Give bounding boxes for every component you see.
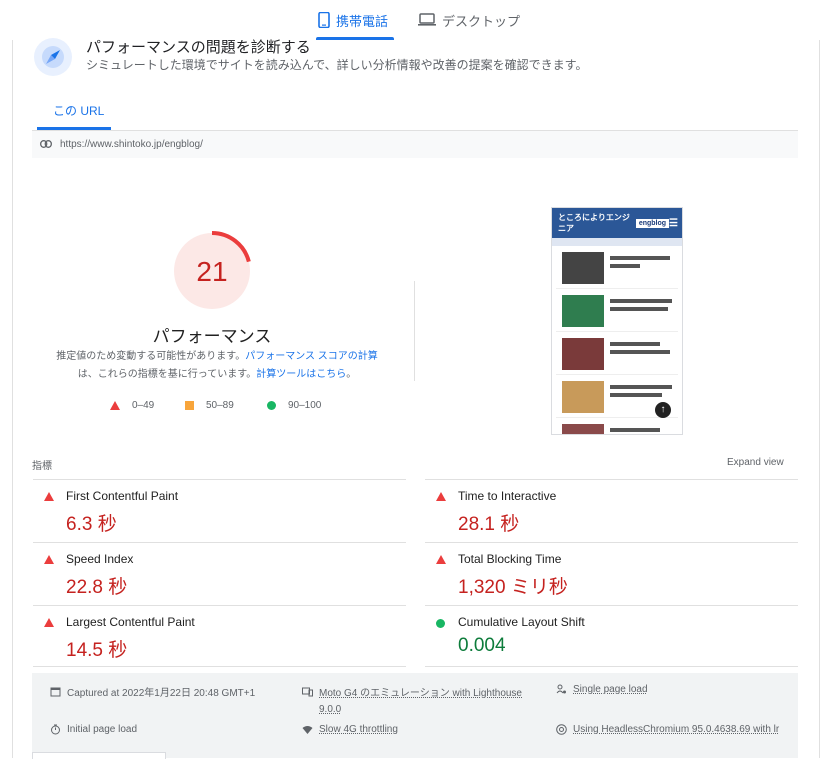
active-tab-indicator (316, 37, 394, 40)
browser-info[interactable]: Using HeadlessChromium 95.0.4638.69 with… (556, 724, 779, 735)
metric-name: Total Blocking Time (458, 552, 562, 566)
link-icon (40, 140, 52, 148)
fail-triangle-icon (436, 555, 446, 564)
metric-name: First Contentful Paint (66, 489, 179, 503)
laptop-icon (418, 13, 436, 26)
menu-icon: ☰ (669, 217, 678, 229)
tab-mobile-label: 携帯電話 (336, 13, 389, 29)
metric-name: Time to Interactive (458, 489, 557, 503)
chrome-icon (556, 724, 567, 735)
legend-average-range: 50–89 (206, 400, 234, 411)
legend-fail-range: 0–49 (132, 400, 155, 411)
fail-triangle-icon (436, 492, 446, 501)
left-border (12, 40, 13, 758)
smartphone-icon (318, 12, 330, 28)
desc-text-3: 。 (346, 369, 357, 380)
throttling-text: Slow 4G throttling (319, 724, 398, 735)
tab-mobile[interactable]: 携帯電話 (318, 0, 388, 40)
legend-pass-range: 90–100 (288, 400, 322, 411)
thumbnail-post (556, 420, 678, 434)
metric-name: Largest Contentful Paint (66, 615, 195, 629)
fail-triangle-icon (44, 492, 54, 501)
metric-cls: Cumulative Layout Shift 0.004 (425, 605, 798, 668)
tab-desktop[interactable]: デスクトップ (418, 0, 520, 40)
version-text: 9.0.0 (319, 704, 342, 715)
session-text: Single page load (573, 684, 648, 695)
lighthouse-version: 9.0.0 (319, 704, 341, 715)
thumbnail-post (556, 291, 678, 332)
single-page-session[interactable]: Single page load (556, 684, 648, 695)
calculator-link[interactable]: 計算ツールはこちら (256, 369, 346, 380)
pass-circle-icon (436, 619, 445, 628)
vertical-divider (414, 281, 415, 381)
network-throttling[interactable]: Slow 4G throttling (302, 724, 398, 735)
metric-tbt: Total Blocking Time 1,320 ミリ秒 (425, 542, 798, 605)
tab-this-url[interactable]: この URL (53, 102, 104, 119)
emulated-device[interactable]: Moto G4 のエミュレーション with Lighthouse (302, 684, 522, 699)
metric-name: Speed Index (66, 552, 134, 566)
fail-triangle-icon (44, 618, 54, 627)
devices-icon (302, 687, 313, 697)
initial-page-load: Initial page load (50, 724, 137, 735)
performance-score: 21 (196, 256, 228, 287)
performance-description: 推定値のため変動する可能性があります。パフォーマンス スコアの計算 は、これらの… (44, 348, 390, 384)
legend-pass: 90–100 (267, 400, 321, 411)
metric-fcp: First Contentful Paint 6.3 秒 (33, 479, 406, 542)
metric-tti: Time to Interactive 28.1 秒 (425, 479, 798, 542)
metric-value: 14.5 秒 (66, 640, 128, 661)
captured-at: Captured at 2022年1月22日 20:48 GMT+1 (50, 684, 255, 699)
score-calc-link[interactable]: パフォーマンス スコアの計算 (245, 351, 378, 362)
thumbnail-site-logo: engblog (635, 218, 670, 228)
square-icon (185, 401, 194, 410)
desc-text-1: 推定値のため変動する可能性があります。 (56, 351, 246, 362)
page-screenshot: ところによりエンジニア engblog ☰ ↑ (551, 207, 683, 435)
compass-icon (34, 38, 72, 76)
scroll-top-icon: ↑ (655, 402, 671, 418)
performance-label: パフォーマンス (152, 327, 272, 346)
wifi-icon (302, 726, 313, 734)
fail-triangle-icon (44, 555, 54, 564)
thumbnail-post (556, 248, 678, 289)
metric-value: 28.1 秒 (458, 514, 520, 535)
triangle-icon (110, 401, 120, 410)
metric-value: 1,320 ミリ秒 (458, 577, 568, 598)
diagnose-subtitle: シミュレートした環境でサイトを読み込んで、詳しい分析情報や改善の提案を確認できま… (86, 58, 588, 72)
legend-average: 50–89 (185, 400, 234, 411)
thumbnail-site-title: ところによりエンジニア (558, 213, 630, 233)
calendar-icon (50, 687, 61, 697)
metric-name: Cumulative Layout Shift (458, 615, 585, 629)
desc-text-2: は、これらの指標を基に行っています。 (77, 369, 257, 380)
tab-desktop-label: デスクトップ (442, 13, 521, 29)
metric-lcp: Largest Contentful Paint 14.5 秒 (33, 605, 406, 668)
expand-view-toggle[interactable]: Expand view (727, 457, 784, 468)
diagnose-title: パフォーマンスの問題を診断する (86, 39, 311, 56)
metrics-section-label: 指標 (32, 461, 52, 472)
legend-fail: 0–49 (110, 400, 154, 411)
thumbnail-header: ところによりエンジニア engblog ☰ (552, 208, 682, 238)
metric-value: 22.8 秒 (66, 577, 128, 598)
metric-value: 6.3 秒 (66, 514, 117, 535)
browser-text: Using HeadlessChromium 95.0.4638.69 with… (573, 724, 780, 735)
thumbnail-post (556, 334, 678, 375)
metric-value: 0.004 (458, 635, 506, 656)
analyzed-url: https://www.shintoko.jp/engblog/ (60, 139, 203, 150)
metrics-bottom-line (33, 666, 406, 667)
captured-text: Captured at 2022年1月22日 20:48 GMT+1 (67, 688, 256, 699)
device-tabs: 携帯電話 デスクトップ (0, 0, 832, 40)
metrics-bottom-line (425, 666, 798, 667)
page-load-text: Initial page load (67, 724, 138, 735)
person-icon (556, 684, 566, 694)
circle-icon (267, 401, 276, 410)
thumbnail-subheader (552, 238, 682, 246)
device-text: Moto G4 のエミュレーション with Lighthouse (319, 688, 522, 699)
right-border (819, 40, 820, 758)
metric-speed-index: Speed Index 22.8 秒 (33, 542, 406, 605)
timer-icon (51, 724, 60, 735)
